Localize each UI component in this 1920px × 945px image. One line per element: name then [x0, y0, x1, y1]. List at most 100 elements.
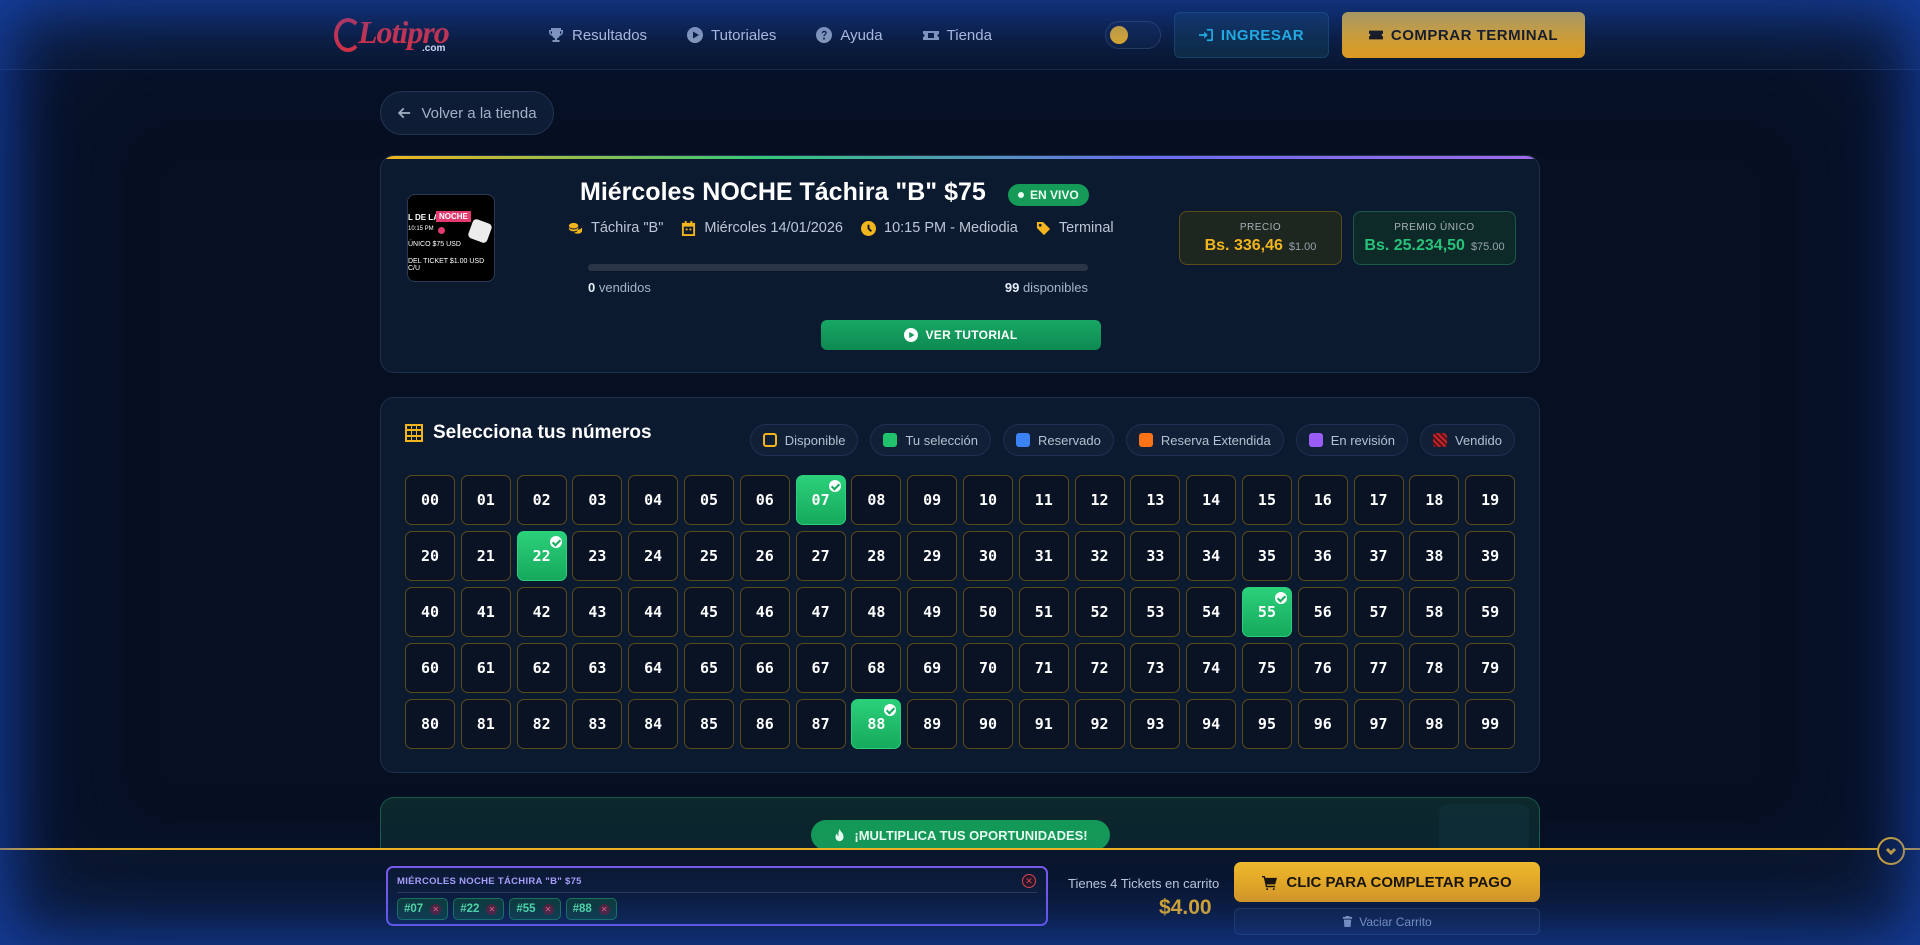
number-cell[interactable]: 46 [739, 587, 790, 637]
number-cell[interactable]: 50 [962, 587, 1013, 637]
remove-chip-icon[interactable]: ✕ [542, 903, 554, 915]
number-cell[interactable]: 93 [1130, 699, 1181, 749]
number-cell[interactable]: 00 [405, 475, 455, 525]
remove-chip-icon[interactable]: ✕ [486, 903, 498, 915]
number-cell[interactable]: 99 [1465, 699, 1516, 749]
number-cell[interactable]: 37 [1353, 531, 1404, 581]
number-cell[interactable]: 48 [851, 587, 902, 637]
number-cell[interactable]: 81 [460, 699, 511, 749]
number-cell[interactable]: 73 [1130, 643, 1181, 693]
number-cell[interactable]: 27 [795, 531, 846, 581]
nav-tutoriales[interactable]: Tutoriales [687, 27, 776, 44]
number-cell[interactable]: 92 [1074, 699, 1125, 749]
number-cell[interactable]: 29 [907, 531, 958, 581]
number-cell[interactable]: 45 [683, 587, 734, 637]
number-cell[interactable]: 03 [572, 475, 623, 525]
number-cell[interactable]: 49 [907, 587, 958, 637]
number-cell[interactable]: 17 [1353, 475, 1404, 525]
number-cell[interactable]: 28 [851, 531, 902, 581]
number-cell[interactable]: 52 [1074, 587, 1125, 637]
number-cell[interactable]: 95 [1241, 699, 1292, 749]
multiply-chances-badge[interactable]: ¡MULTIPLICA TUS OPORTUNIDADES! [811, 820, 1110, 850]
number-cell[interactable]: 74 [1186, 643, 1237, 693]
number-cell[interactable]: 64 [628, 643, 679, 693]
number-cell[interactable]: 02 [516, 475, 567, 525]
number-cell[interactable]: 55 [1241, 587, 1292, 637]
number-cell[interactable]: 60 [405, 643, 455, 693]
back-to-store-button[interactable]: Volver a la tienda [380, 91, 554, 135]
number-cell[interactable]: 20 [405, 531, 455, 581]
number-cell[interactable]: 96 [1297, 699, 1348, 749]
number-cell[interactable]: 43 [572, 587, 623, 637]
number-cell[interactable]: 40 [405, 587, 455, 637]
buy-terminal-button[interactable]: COMPRAR TERMINAL [1342, 12, 1585, 58]
number-cell[interactable]: 19 [1465, 475, 1516, 525]
number-cell[interactable]: 82 [516, 699, 567, 749]
number-cell[interactable]: 98 [1409, 699, 1460, 749]
number-cell[interactable]: 76 [1297, 643, 1348, 693]
number-cell[interactable]: 61 [460, 643, 511, 693]
number-cell[interactable]: 24 [628, 531, 679, 581]
number-cell[interactable]: 47 [795, 587, 846, 637]
number-cell[interactable]: 44 [628, 587, 679, 637]
number-cell[interactable]: 84 [628, 699, 679, 749]
number-cell[interactable]: 68 [851, 643, 902, 693]
number-cell[interactable]: 79 [1465, 643, 1516, 693]
number-cell[interactable]: 75 [1241, 643, 1292, 693]
number-cell[interactable]: 32 [1074, 531, 1125, 581]
number-cell[interactable]: 12 [1074, 475, 1125, 525]
nav-tienda[interactable]: Tienda [922, 27, 992, 44]
number-cell[interactable]: 25 [683, 531, 734, 581]
remove-chip-icon[interactable]: ✕ [430, 903, 442, 915]
login-button[interactable]: INGRESAR [1174, 12, 1329, 58]
number-cell[interactable]: 04 [628, 475, 679, 525]
number-cell[interactable]: 16 [1297, 475, 1348, 525]
number-cell[interactable]: 62 [516, 643, 567, 693]
number-cell[interactable]: 65 [683, 643, 734, 693]
number-cell[interactable]: 71 [1018, 643, 1069, 693]
number-cell[interactable]: 41 [460, 587, 511, 637]
number-cell[interactable]: 15 [1241, 475, 1292, 525]
number-cell[interactable]: 14 [1186, 475, 1237, 525]
number-cell[interactable]: 58 [1409, 587, 1460, 637]
number-cell[interactable]: 36 [1297, 531, 1348, 581]
number-cell[interactable]: 80 [405, 699, 455, 749]
number-cell[interactable]: 91 [1018, 699, 1069, 749]
nav-resultados[interactable]: Resultados [548, 27, 647, 44]
number-cell[interactable]: 67 [795, 643, 846, 693]
number-cell[interactable]: 53 [1130, 587, 1181, 637]
number-cell[interactable]: 70 [962, 643, 1013, 693]
number-cell[interactable]: 90 [962, 699, 1013, 749]
number-cell[interactable]: 72 [1074, 643, 1125, 693]
number-cell[interactable]: 85 [683, 699, 734, 749]
number-cell[interactable]: 08 [851, 475, 902, 525]
number-cell[interactable]: 07 [795, 475, 846, 525]
number-cell[interactable]: 78 [1409, 643, 1460, 693]
number-cell[interactable]: 13 [1130, 475, 1181, 525]
remove-chip-icon[interactable]: ✕ [598, 903, 610, 915]
number-cell[interactable]: 97 [1353, 699, 1404, 749]
number-cell[interactable]: 11 [1018, 475, 1069, 525]
empty-cart-button[interactable]: Vaciar Carrito [1234, 908, 1540, 935]
lotipro-logo[interactable]: Lotipro .com [334, 14, 459, 56]
number-cell[interactable]: 69 [907, 643, 958, 693]
number-cell[interactable]: 39 [1465, 531, 1516, 581]
number-cell[interactable]: 56 [1297, 587, 1348, 637]
number-cell[interactable]: 06 [739, 475, 790, 525]
number-cell[interactable]: 33 [1130, 531, 1181, 581]
number-cell[interactable]: 35 [1241, 531, 1292, 581]
watch-tutorial-button[interactable]: VER TUTORIAL [821, 320, 1101, 350]
number-cell[interactable]: 59 [1465, 587, 1516, 637]
number-cell[interactable]: 89 [907, 699, 958, 749]
nav-ayuda[interactable]: Ayuda [816, 27, 883, 44]
number-cell[interactable]: 01 [460, 475, 511, 525]
number-cell[interactable]: 83 [572, 699, 623, 749]
remove-event-button[interactable]: ✕ [1022, 874, 1036, 888]
number-cell[interactable]: 22 [516, 531, 567, 581]
number-cell[interactable]: 94 [1186, 699, 1237, 749]
collapse-cart-button[interactable] [1877, 837, 1905, 865]
number-cell[interactable]: 10 [962, 475, 1013, 525]
theme-toggle[interactable] [1105, 21, 1161, 49]
number-cell[interactable]: 86 [739, 699, 790, 749]
number-cell[interactable]: 77 [1353, 643, 1404, 693]
